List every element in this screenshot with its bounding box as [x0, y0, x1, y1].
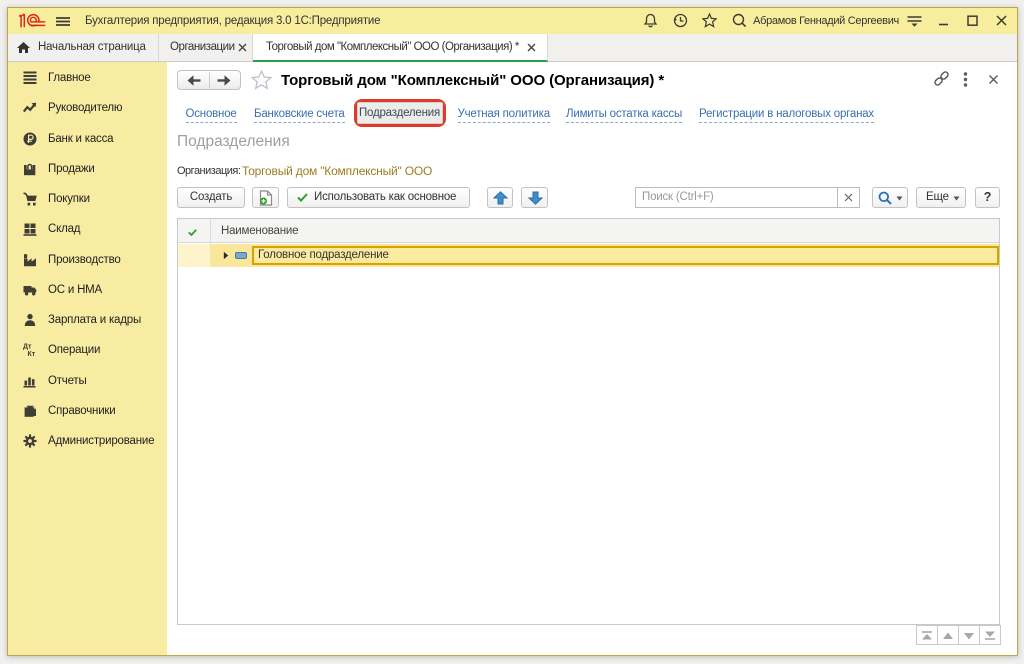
svg-text:Кт: Кт — [28, 351, 36, 357]
svg-text:Дт: Дт — [23, 344, 32, 351]
